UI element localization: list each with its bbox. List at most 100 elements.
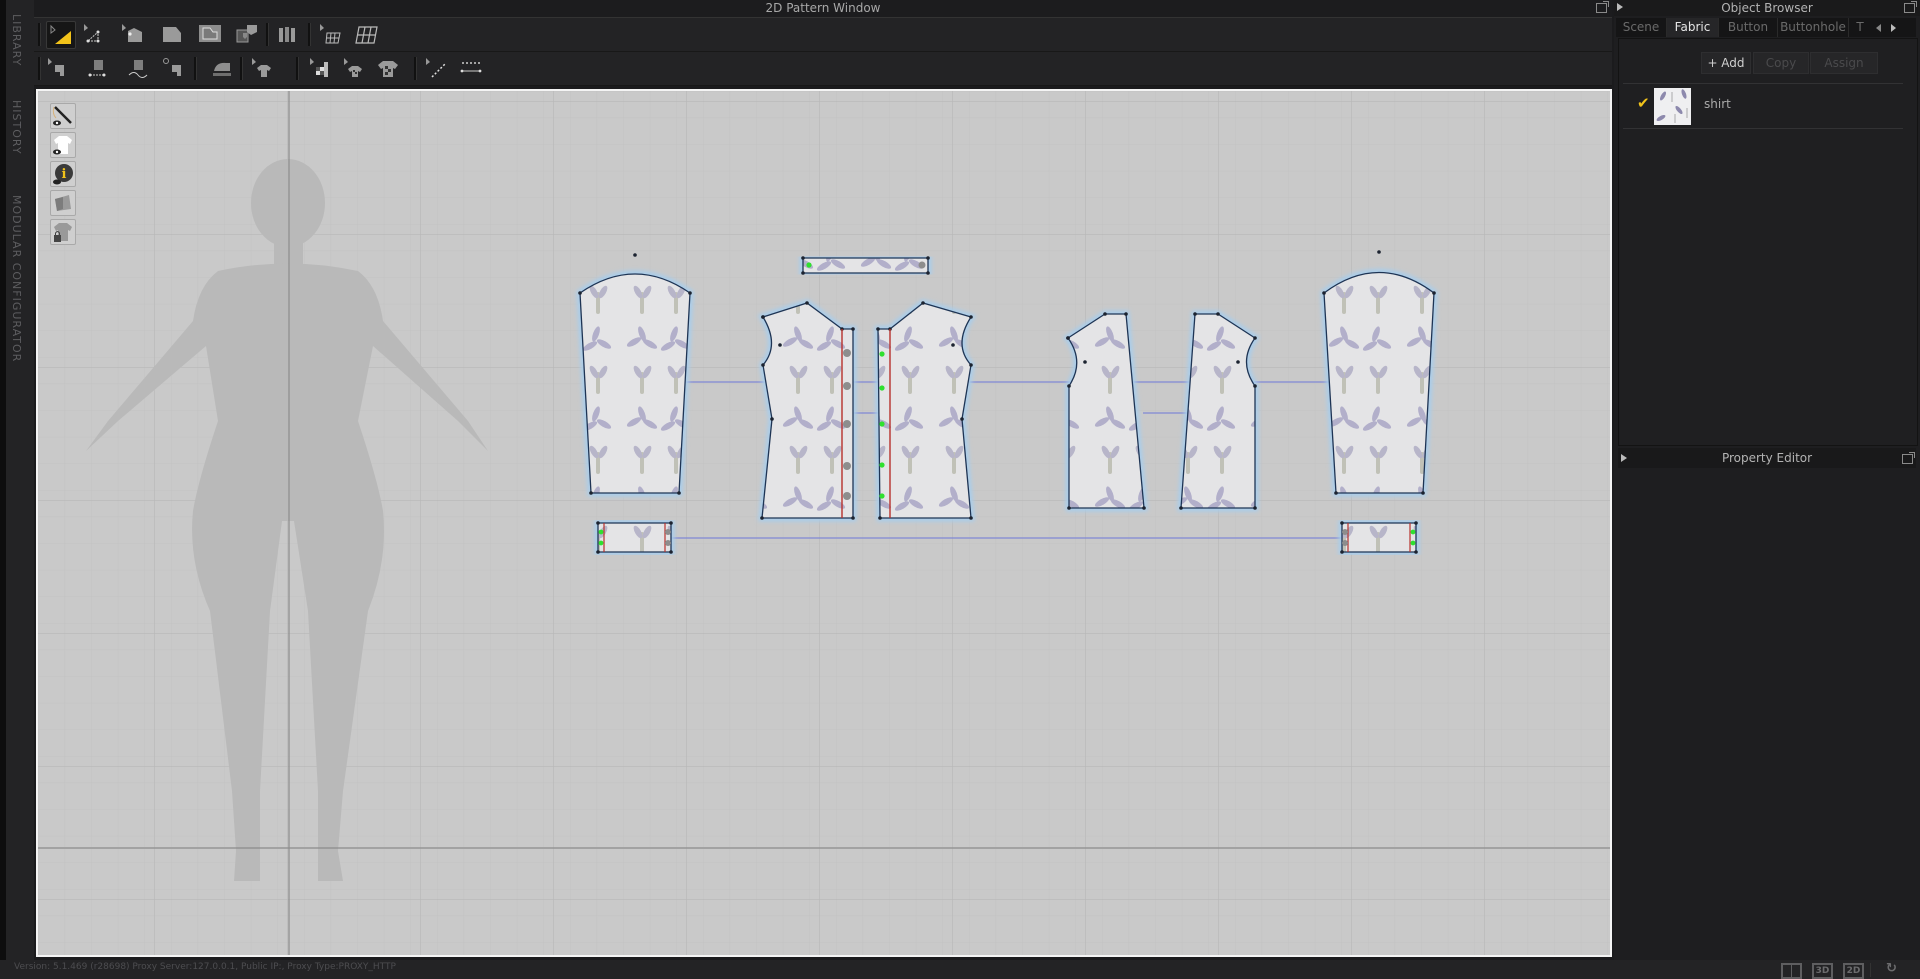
tab-modular-configurator[interactable]: MODULAR CONFIGURATOR: [10, 195, 23, 362]
property-editor-header: Property Editor: [1618, 448, 1916, 468]
edit-sewing-tool[interactable]: [44, 55, 72, 81]
status-text: Version: 5.1.469 (r28698) Proxy Server:1…: [14, 962, 396, 972]
piece-vertex: [851, 327, 855, 331]
status-separator: [1870, 963, 1871, 977]
free-sewing-tool[interactable]: [124, 55, 152, 81]
button-marker: [843, 420, 851, 428]
pattern-piece-front-right[interactable]: [874, 299, 977, 522]
show-pattern-toggle[interactable]: [50, 190, 76, 216]
button-marker: [665, 529, 671, 535]
object-browser-title: Object Browser: [1721, 1, 1813, 15]
tab-truncated[interactable]: T: [1849, 18, 1871, 37]
popout-icon[interactable]: [1904, 1, 1917, 13]
button-marker: [665, 540, 671, 546]
piece-vertex: [1340, 521, 1344, 525]
transform-texture-tool[interactable]: [352, 21, 380, 47]
free-sewing-icon: [128, 60, 148, 78]
tab-scene[interactable]: Scene: [1616, 18, 1667, 37]
tab-scroll-right-icon[interactable]: [1891, 24, 1896, 32]
segment-sewing-tool[interactable]: [84, 55, 112, 81]
copy-button[interactable]: Copy: [1753, 52, 1809, 74]
piece-vertex: [761, 315, 765, 319]
pattern-sheet-icon: [55, 195, 71, 211]
tab-history[interactable]: HISTORY: [10, 100, 23, 155]
show-sewing-lines-toggle[interactable]: [50, 103, 76, 129]
button-marker: [918, 261, 926, 269]
show-garment-toggle[interactable]: [50, 132, 76, 158]
add-button[interactable]: + Add: [1701, 52, 1751, 74]
toolbar-separator: [266, 23, 269, 46]
piece-vertex: [1124, 312, 1128, 316]
fabric-list-item[interactable]: ✔ shirt: [1623, 83, 1903, 129]
piece-vertex: [876, 327, 880, 331]
pattern-piece-cuff-left[interactable]: [594, 519, 675, 556]
lock-garment-toggle[interactable]: [50, 219, 76, 245]
select-mesh-tool[interactable]: [306, 55, 334, 81]
edit-pattern-tool[interactable]: [80, 21, 108, 47]
piece-vertex: [669, 521, 673, 525]
segment-sewing-icon: [88, 60, 106, 77]
pattern-canvas[interactable]: i: [36, 89, 1612, 957]
polygon-icon: [163, 27, 181, 42]
add-point-tool[interactable]: [118, 21, 146, 47]
toolbar-separator: [414, 57, 417, 80]
edit-mesh-tool[interactable]: [340, 55, 368, 81]
show-info-toggle[interactable]: i: [50, 161, 76, 187]
trace-tool[interactable]: [232, 21, 260, 47]
tab-buttonhole[interactable]: Buttonhole: [1778, 18, 1849, 37]
pattern-piece-cuff-right[interactable]: [1338, 519, 1420, 556]
fold-arrangement-tool[interactable]: [274, 21, 302, 47]
button-marker: [843, 382, 851, 390]
piece-vertex: [1414, 550, 1418, 554]
toolbar-sewing: [34, 52, 1612, 86]
piece-vertex: [688, 291, 692, 295]
tab-button[interactable]: Button: [1719, 18, 1778, 37]
side-tab-bar: LIBRARY HISTORY MODULAR CONFIGURATOR: [6, 0, 34, 960]
tab-scroll-left-icon[interactable]: [1876, 24, 1881, 32]
piece-fabric: [579, 273, 691, 494]
piece-vertex: [1322, 291, 1326, 295]
transform-pattern-tool[interactable]: [46, 21, 76, 49]
internal-polygon-tool[interactable]: [196, 21, 224, 47]
polygon-tool[interactable]: [158, 21, 186, 47]
button-marker: [843, 349, 851, 357]
pattern-piece-sleeve-left[interactable]: [576, 253, 694, 497]
measure-icon: [460, 62, 482, 73]
piece-vertex: [878, 516, 882, 520]
fold-arrangement-icon: [279, 27, 295, 42]
pattern-piece-front-left[interactable]: [757, 299, 857, 522]
split-view-button[interactable]: [1781, 963, 1802, 979]
pattern-piece-collar[interactable]: [799, 254, 932, 277]
fabric-weight-tool[interactable]: [374, 55, 402, 81]
refresh-icon[interactable]: ↻: [1886, 961, 1897, 976]
pattern-canvas-drawing: [38, 91, 1610, 955]
trace-icon: [236, 25, 257, 43]
pattern-piece-back-right[interactable]: [1177, 310, 1260, 512]
piece-vertex: [1193, 312, 1197, 316]
piece-vertex: [1377, 250, 1381, 254]
view-3d-button[interactable]: 3D: [1812, 963, 1833, 979]
svg-text:i: i: [62, 167, 67, 182]
piece-vertex: [633, 253, 637, 257]
tab-fabric[interactable]: Fabric: [1667, 18, 1719, 37]
buttonhole-marker: [806, 262, 812, 268]
pattern-window-title: 2D Pattern Window: [765, 1, 881, 15]
fabric-name: shirt: [1704, 97, 1731, 111]
edit-texture-tool[interactable]: [316, 21, 344, 47]
edit-line-tool[interactable]: [422, 55, 450, 81]
info-icon: i: [53, 164, 73, 185]
tack-tool[interactable]: [208, 55, 236, 81]
pattern-piece-sleeve-right[interactable]: [1320, 250, 1438, 497]
piece-vertex: [1253, 506, 1257, 510]
transform-pattern-icon: [50, 24, 71, 44]
tab-library[interactable]: LIBRARY: [10, 14, 23, 66]
buttonhole-marker: [1410, 540, 1416, 546]
assign-button[interactable]: Assign: [1810, 52, 1878, 74]
measure-tool[interactable]: [458, 55, 486, 81]
popout-icon[interactable]: [1902, 452, 1915, 464]
check-sewing-tool[interactable]: [160, 55, 188, 81]
select-garment-tool[interactable]: [248, 55, 276, 81]
popout-icon[interactable]: [1596, 1, 1609, 13]
view-2d-button[interactable]: 2D: [1843, 963, 1864, 979]
locked-garment-icon: [54, 223, 72, 242]
